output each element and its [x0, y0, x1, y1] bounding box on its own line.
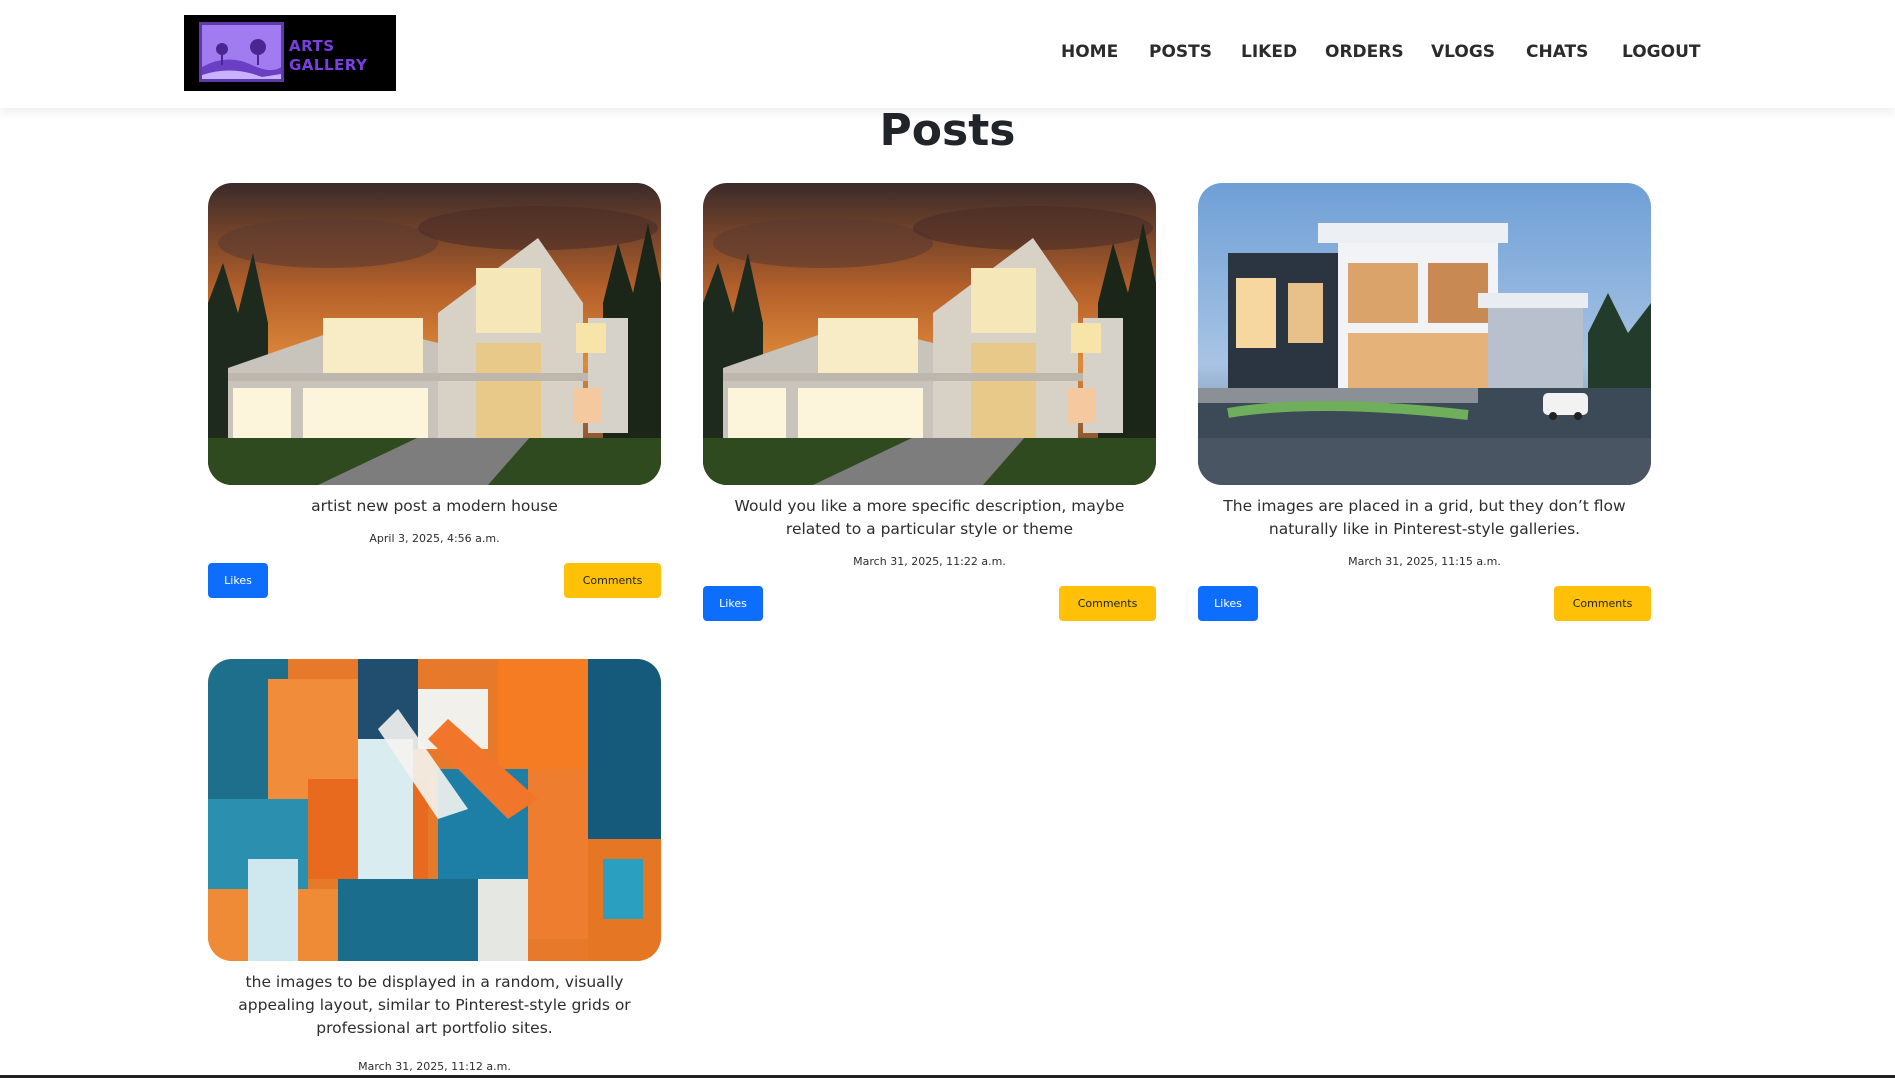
comments-button[interactable]: Comments — [1059, 586, 1156, 621]
post-image-abstract-painting[interactable] — [208, 659, 661, 961]
likes-button[interactable]: Likes — [208, 563, 268, 598]
post-actions: Likes Comments — [1198, 586, 1651, 621]
post-description: Would you like a more specific descripti… — [734, 497, 1125, 538]
navbar: ARTS GALLERY HOME POSTS LIKED ORDERS VLO… — [0, 0, 1895, 108]
comments-button[interactable]: Comments — [564, 563, 661, 598]
logo-line-1: ARTS — [289, 37, 335, 55]
likes-button[interactable]: Likes — [1198, 586, 1258, 621]
post-image-luxury-villa[interactable] — [1198, 183, 1651, 485]
logo-text: ARTS GALLERY — [289, 37, 367, 75]
post-description: the images to be displayed in a random, … — [238, 973, 631, 1037]
post-date: March 31, 2025, 11:12 a.m. — [358, 1060, 511, 1073]
nav-logout[interactable]: LOGOUT — [1622, 42, 1700, 62]
post-image-sunset-house[interactable] — [208, 183, 661, 485]
post-date: March 31, 2025, 11:22 a.m. — [853, 555, 1006, 568]
nav-posts[interactable]: POSTS — [1149, 42, 1212, 62]
post-image-sunset-house[interactable] — [703, 183, 1156, 485]
nav-orders[interactable]: ORDERS — [1325, 42, 1404, 62]
post-card: The images are placed in a grid, but the… — [1198, 183, 1651, 621]
post-card: artist new post a modern house April 3, … — [208, 183, 661, 598]
post-description: The images are placed in a grid, but the… — [1223, 497, 1626, 538]
page-title: Posts — [879, 105, 1016, 156]
arts-gallery-logo[interactable]: ARTS GALLERY — [184, 15, 396, 91]
post-description: artist new post a modern house — [311, 497, 558, 515]
nav-chats[interactable]: CHATS — [1526, 42, 1588, 62]
post-actions: Likes Comments — [703, 586, 1156, 621]
nav-home[interactable]: HOME — [1061, 42, 1118, 62]
post-actions: Likes Comments — [208, 563, 661, 598]
post-card: the images to be displayed in a random, … — [208, 659, 661, 1073]
comments-button[interactable]: Comments — [1554, 586, 1651, 621]
post-date: April 3, 2025, 4:56 a.m. — [369, 532, 500, 545]
logo-line-2: GALLERY — [289, 56, 368, 74]
nav-liked[interactable]: LIKED — [1241, 42, 1297, 62]
likes-button[interactable]: Likes — [703, 586, 763, 621]
post-date: March 31, 2025, 11:15 a.m. — [1348, 555, 1501, 568]
logo-landscape-icon — [199, 22, 284, 82]
nav-vlogs[interactable]: VLOGS — [1431, 42, 1495, 62]
post-card: Would you like a more specific descripti… — [703, 183, 1156, 621]
